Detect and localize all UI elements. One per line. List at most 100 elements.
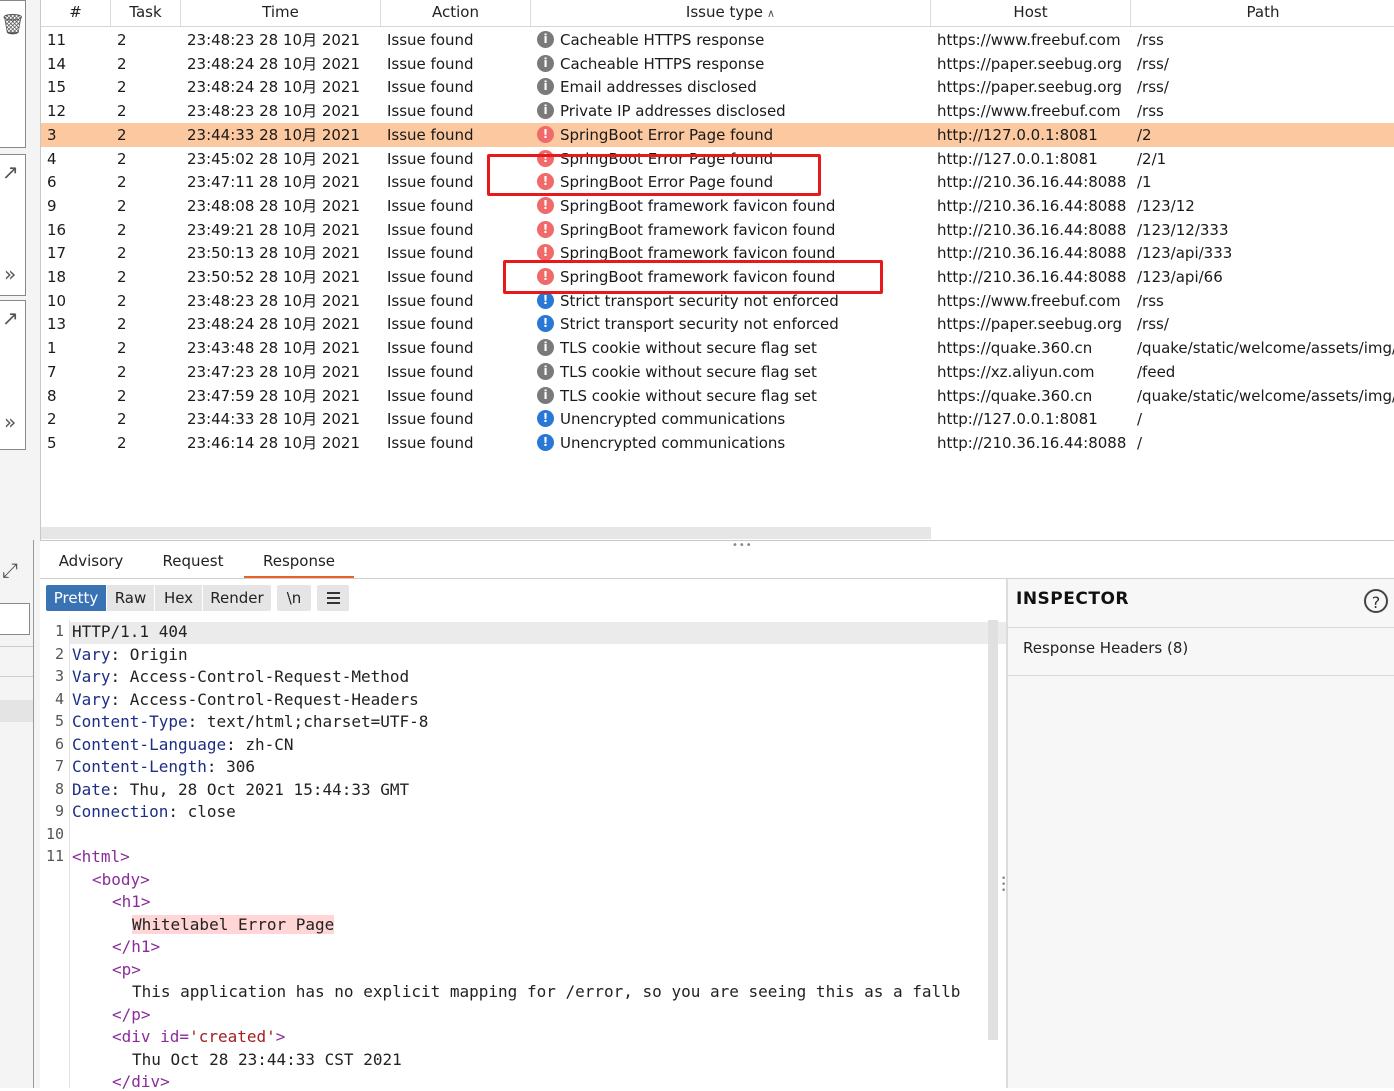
response-editor[interactable]: 1 HTTP/1.1 404 2 Vary: Origin 3 Vary: Access-… [40, 620, 1028, 1091]
cell-action: Issue found [387, 336, 527, 360]
cell-text: 23:46:14 28 10月 2021 [187, 433, 361, 452]
pretty-button[interactable]: Pretty [46, 585, 106, 611]
table-row[interactable]: 11 2 23:48:23 28 10月 2021 Issue found i Cache… [41, 28, 1394, 52]
cell-time: 23:44:33 28 10月 2021 [187, 407, 377, 431]
popout-icon[interactable]: ↗ [2, 162, 19, 182]
cell-time: 23:46:14 28 10月 2021 [187, 431, 377, 455]
cell-text: 2 [117, 362, 127, 381]
cell-num: 3 [47, 123, 107, 147]
cell-text: 15 [47, 78, 67, 97]
cell-text: /2 [1137, 125, 1152, 144]
code-line-h1-close: </h1> [112, 937, 161, 956]
cell-action: Issue found [387, 52, 527, 76]
code-line-div-close: </div> [112, 1072, 170, 1091]
cell-text: 23:45:02 28 10月 2021 [187, 149, 361, 168]
cell-text: http://210.36.16.44:8088 [937, 244, 1127, 263]
cell-text: Strict transport security not enforced [560, 291, 839, 310]
cell-issue: ! SpringBoot framework favicon found [537, 218, 927, 242]
cell-path: / [1137, 407, 1394, 431]
resize-icon[interactable]: ⤢ [2, 560, 18, 580]
cell-action: Issue found [387, 123, 527, 147]
cell-text: SpringBoot framework favicon found [560, 220, 836, 239]
tab-response[interactable]: Response [244, 546, 354, 578]
cell-task: 2 [117, 147, 177, 171]
inspector-grip-icon[interactable]: • • • [1001, 875, 1006, 896]
cell-text: https://www.freebuf.com [937, 102, 1121, 121]
hex-button[interactable]: Hex [155, 585, 202, 611]
expand-chevron-icon[interactable]: » [4, 412, 16, 432]
col-header-action[interactable]: Action [381, 0, 531, 26]
expand-chevron-icon[interactable]: » [4, 264, 16, 284]
severity-info-icon: i [537, 386, 554, 404]
col-header-time[interactable]: Time [181, 0, 381, 26]
line-number: 2 [54, 644, 64, 663]
inspector-section-response-headers[interactable]: Response Headers (8) [1023, 639, 1188, 657]
cell-path: /feed [1137, 360, 1394, 384]
cell-text: / [1137, 410, 1143, 429]
cell-text: Issue found [387, 54, 474, 73]
col-header-host[interactable]: Host [931, 0, 1131, 26]
table-row[interactable]: 8 2 23:47:59 28 10月 2021 Issue found i TLS co… [41, 384, 1394, 408]
cell-time: 23:50:52 28 10月 2021 [187, 265, 377, 289]
cell-text: 23:43:48 28 10月 2021 [187, 339, 361, 358]
left-list-item[interactable] [0, 700, 33, 722]
editor-vertical-scrollbar[interactable] [988, 620, 998, 1040]
table-row[interactable]: 16 2 23:49:21 28 10月 2021 Issue found! Sprin… [41, 218, 1394, 242]
table-row[interactable]: 2 2 23:44:33 28 10月 2021 Issue found! Unencr… [41, 407, 1394, 431]
col-header-task[interactable]: Task [111, 0, 181, 26]
line-number: 9 [54, 802, 64, 820]
table-row[interactable]: 14 2 23:48:24 28 10月 2021 Issue found i Cache… [41, 52, 1394, 76]
tab-request[interactable]: Request [152, 546, 234, 576]
cell-action: Issue found [387, 407, 527, 431]
trash-icon[interactable]: 🗑 [0, 14, 25, 34]
table-row[interactable]: 12 2 23:48:23 28 10月 2021 Issue found i Priva… [41, 99, 1394, 123]
newline-toggle-button[interactable]: \n [277, 585, 311, 611]
code-line-p-open: <p> [112, 960, 141, 979]
col-header-issue-type[interactable]: Issue type ∧ [531, 0, 931, 26]
table-row[interactable]: 9 2 23:48:08 28 10月 2021 Issue found! Spring… [41, 194, 1394, 218]
help-icon[interactable]: ? [1364, 589, 1388, 613]
table-row[interactable]: 5 2 23:46:14 28 10月 2021 Issue found! Unencr… [41, 431, 1394, 455]
raw-button[interactable]: Raw [107, 585, 154, 611]
cell-task: 2 [117, 218, 177, 242]
cell-issue: i TLS cookie without secure flag set [537, 384, 927, 408]
cell-path: /2 [1137, 123, 1394, 147]
col-header-path[interactable]: Path [1131, 0, 1394, 26]
cell-action: Issue found [387, 431, 527, 455]
col-header-num[interactable]: # [41, 0, 111, 26]
menu-icon[interactable] [317, 585, 349, 611]
cell-task: 2 [117, 194, 177, 218]
table-row[interactable]: 15 2 23:48:24 28 10月 2021 Issue found i Email… [41, 75, 1394, 99]
cell-host: http://210.36.16.44:8088 [937, 241, 1127, 265]
code-line-h1-open: <h1> [112, 892, 151, 911]
cell-path: /rss [1137, 28, 1394, 52]
cell-text: 23:44:33 28 10月 2021 [187, 125, 361, 144]
cell-text: 2 [117, 315, 127, 334]
cell-text: Cacheable HTTPS response [560, 31, 765, 49]
cell-host: https://www.freebuf.com [937, 28, 1127, 52]
render-button[interactable]: Render [203, 585, 271, 611]
table-row[interactable]: 1 2 23:43:48 28 10月 2021 Issue found i TLS co… [41, 336, 1394, 360]
cell-text: 23:50:52 28 10月 2021 [187, 268, 361, 286]
tab-advisory[interactable]: Advisory [50, 546, 132, 576]
line-number: 10 [45, 824, 64, 843]
cell-time: 23:48:08 28 10月 2021 [187, 194, 377, 218]
cell-text: 23:47:59 28 10月 2021 [187, 386, 361, 405]
cell-time: 23:47:59 28 10月 2021 [187, 384, 377, 408]
cell-text: 23:48:24 28 10月 2021 [187, 315, 361, 334]
horizontal-scrollbar[interactable] [41, 527, 931, 539]
cell-text: TLS cookie without secure flag set [560, 339, 817, 358]
cell-host: http://210.36.16.44:8088 [937, 194, 1127, 218]
cell-num: 16 [47, 218, 107, 242]
cell-text: http://210.36.16.44:8088 [937, 196, 1127, 215]
cell-path: /123/api/66 [1137, 265, 1394, 289]
cell-time: 23:48:23 28 10月 2021 [187, 99, 377, 123]
cell-text: /123/api/333 [1137, 244, 1233, 263]
table-row[interactable]: 7 2 23:47:23 28 10月 2021 Issue found i TLS co… [41, 360, 1394, 384]
popout-icon[interactable]: ↗ [2, 308, 19, 328]
table-row[interactable]: 13 2 23:48:24 28 10月 2021 Issue found! Stric… [41, 312, 1394, 336]
cell-path: /quake/static/welcome/assets/img/i [1137, 336, 1394, 360]
cell-text: Issue found [387, 410, 474, 429]
left-input-box[interactable] [0, 603, 30, 635]
table-row[interactable]: 3 2 23:44:33 28 10月 2021 Issue found! Spring… [41, 122, 1394, 147]
